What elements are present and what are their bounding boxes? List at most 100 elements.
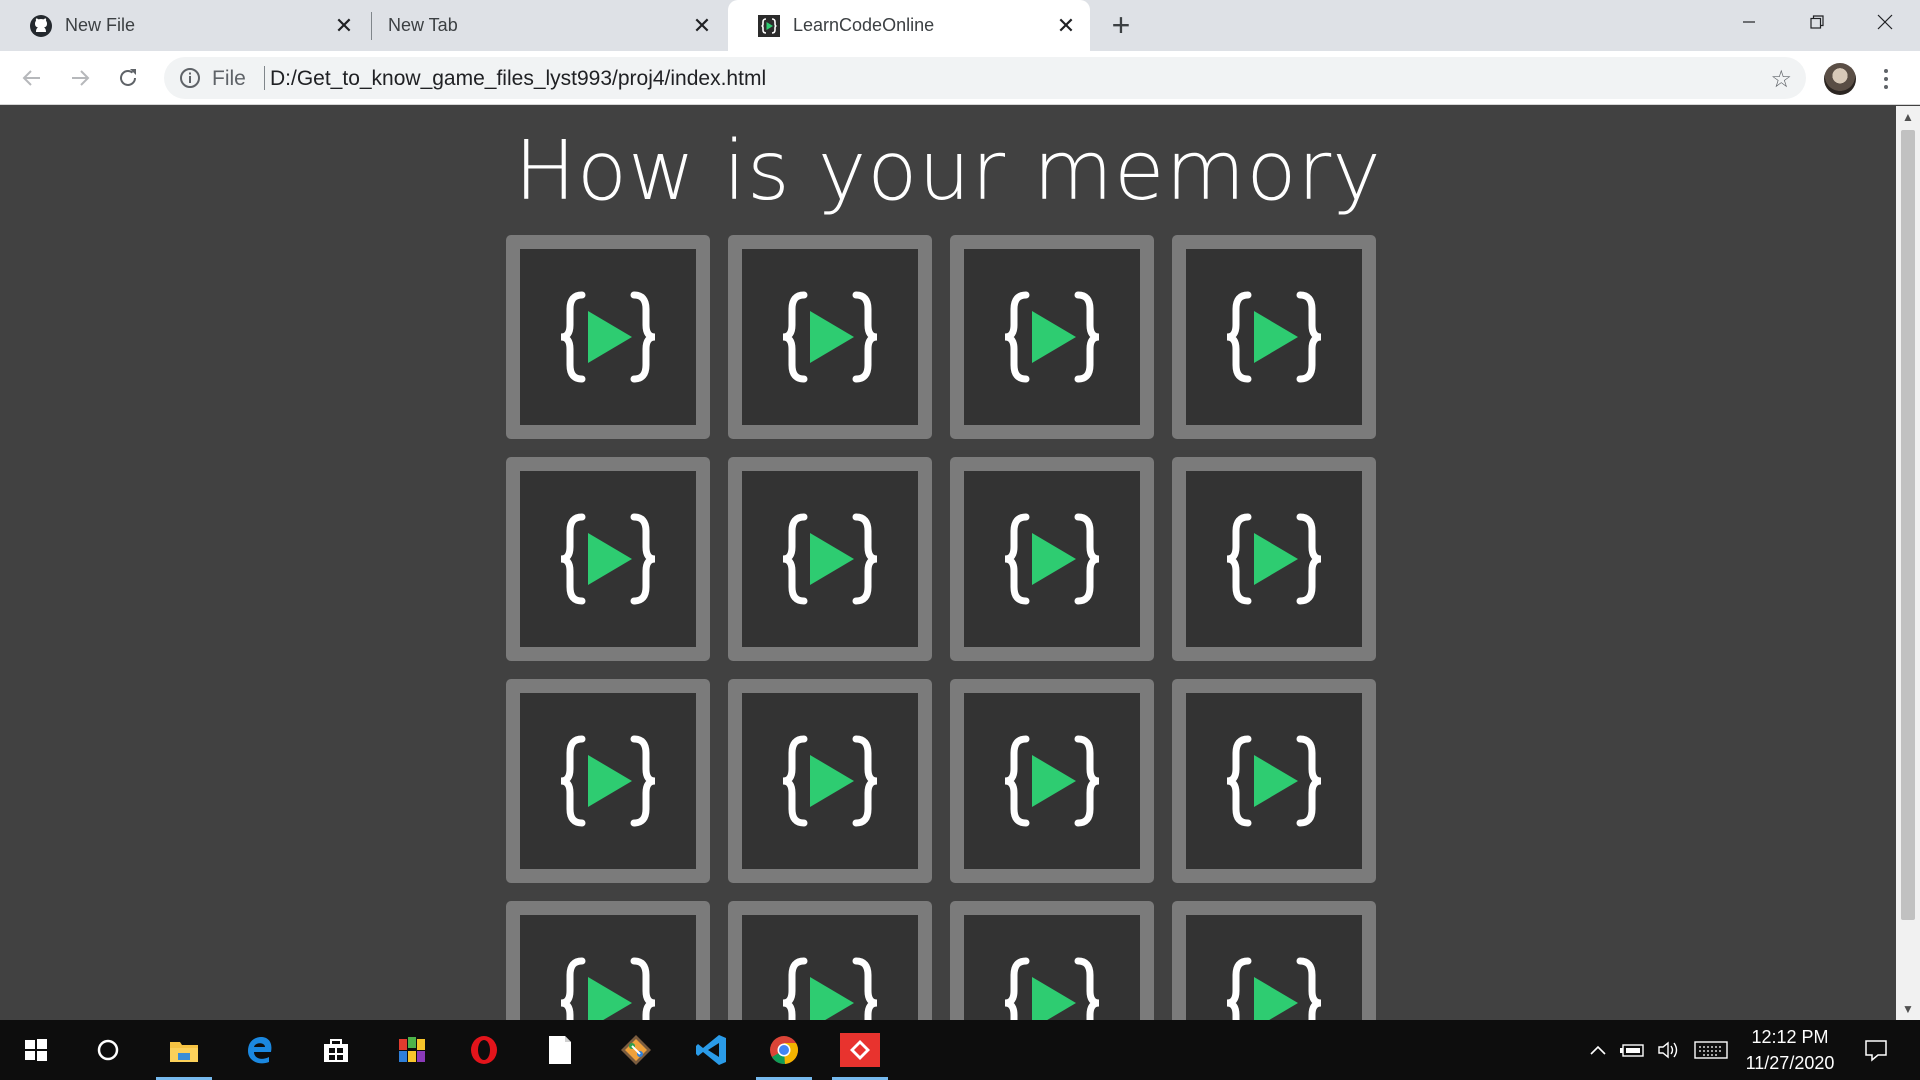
page-title: How is your memory (514, 124, 1382, 219)
memory-card[interactable] (1172, 679, 1376, 883)
restore-button[interactable] (1784, 0, 1850, 44)
learncodeonline-icon (757, 14, 781, 38)
show-hidden-icons-button[interactable] (1584, 1020, 1612, 1080)
close-icon[interactable]: ✕ (332, 13, 356, 38)
close-window-button[interactable] (1852, 0, 1918, 44)
memory-card[interactable] (506, 901, 710, 1020)
card-face (1186, 471, 1362, 647)
close-icon (1877, 14, 1893, 30)
edge-icon (248, 1037, 272, 1064)
close-icon[interactable]: ✕ (1054, 13, 1078, 38)
learncodeonline-logo-icon (782, 291, 878, 383)
memory-card[interactable] (506, 457, 710, 661)
battery-indicator[interactable] (1618, 1020, 1648, 1080)
action-center-button[interactable] (1856, 1020, 1896, 1080)
tab-learncodeonline[interactable]: LearnCodeOnline ✕ (728, 0, 1090, 51)
new-tab-button[interactable]: + (1106, 9, 1136, 41)
memory-card[interactable] (950, 457, 1154, 661)
memory-card[interactable] (950, 901, 1154, 1020)
app-icon (399, 1037, 425, 1062)
memory-card[interactable] (506, 235, 710, 439)
omnibox-divider (264, 66, 265, 90)
chevron-up-icon (1590, 1045, 1606, 1055)
cortana-search-button[interactable] (76, 1020, 140, 1080)
arrow-left-icon (22, 70, 40, 86)
speaker-icon (1658, 1041, 1678, 1059)
taskbar-app[interactable] (380, 1020, 444, 1080)
tab-strip: New File ✕ New Tab ✕ LearnCodeOnline ✕ + (0, 0, 1920, 51)
close-icon[interactable]: ✕ (690, 13, 714, 38)
memory-card[interactable] (1172, 457, 1376, 661)
tab-new-tab[interactable]: New Tab ✕ (372, 0, 726, 51)
clock-date: 11/27/2020 (1745, 1053, 1835, 1073)
taskbar-notepad[interactable] (528, 1020, 592, 1080)
taskbar-chrome[interactable] (752, 1020, 816, 1080)
memory-card[interactable] (1172, 235, 1376, 439)
card-face (1186, 249, 1362, 425)
card-face (520, 915, 696, 1020)
tab-new-file[interactable]: New File ✕ (0, 0, 368, 51)
taskbar-clock[interactable]: 12:12 PM 11/27/2020 (1722, 1024, 1858, 1076)
windows-start-icon (25, 1039, 47, 1061)
memory-card[interactable] (728, 235, 932, 439)
avatar[interactable] (1824, 63, 1856, 95)
card-face (964, 249, 1140, 425)
reload-icon (120, 69, 136, 86)
learncodeonline-logo-icon (1226, 291, 1322, 383)
url-text[interactable]: D:/Get_to_know_game_files_lyst993/proj4/… (270, 67, 766, 91)
card-face (964, 915, 1140, 1020)
menu-button[interactable] (1874, 63, 1898, 95)
reload-button[interactable] (112, 62, 144, 94)
card-face (520, 249, 696, 425)
menu-dot (1884, 85, 1888, 89)
scroll-thumb[interactable] (1901, 130, 1915, 920)
memory-card[interactable] (728, 457, 932, 661)
memory-card[interactable] (506, 679, 710, 883)
github-icon (29, 14, 53, 38)
minimize-button[interactable] (1716, 0, 1782, 44)
store-icon (324, 1039, 348, 1062)
taskbar-git-client[interactable] (828, 1020, 892, 1080)
cortana-icon (97, 1039, 119, 1061)
card-face (742, 471, 918, 647)
learncodeonline-logo-icon (1226, 513, 1322, 605)
tab-title: New File (65, 15, 136, 35)
scroll-down-arrow[interactable]: ▼ (1896, 998, 1920, 1020)
card-face (1186, 693, 1362, 869)
info-icon[interactable] (178, 66, 202, 90)
memory-card[interactable] (728, 679, 932, 883)
taskbar-vscode[interactable] (680, 1020, 744, 1080)
address-bar[interactable]: File D:/Get_to_know_game_files_lyst993/p… (164, 57, 1806, 99)
taskbar-edge[interactable] (228, 1020, 292, 1080)
memory-card[interactable] (950, 679, 1154, 883)
taskbar-file-explorer[interactable] (152, 1020, 216, 1080)
learncodeonline-logo-icon (560, 957, 656, 1020)
security-chip[interactable]: File (212, 67, 246, 91)
star-icon[interactable]: ☆ (1770, 65, 1792, 94)
learncodeonline-logo-icon (560, 513, 656, 605)
start-button[interactable] (4, 1020, 68, 1080)
arrow-right-icon (72, 70, 90, 86)
memory-card[interactable] (950, 235, 1154, 439)
restore-icon (1810, 15, 1824, 29)
file-explorer-icon (170, 1042, 198, 1062)
scroll-up-arrow[interactable]: ▲ (1896, 106, 1920, 128)
card-face (964, 471, 1140, 647)
taskbar-opera[interactable] (452, 1020, 516, 1080)
memory-card[interactable] (728, 901, 932, 1020)
back-button[interactable] (16, 62, 48, 94)
forward-button[interactable] (64, 62, 96, 94)
memory-card[interactable] (1172, 901, 1376, 1020)
card-face (520, 471, 696, 647)
taskbar-store[interactable] (304, 1020, 368, 1080)
tab-title: LearnCodeOnline (793, 15, 935, 35)
notepad-icon (549, 1036, 571, 1064)
page-scrollbar[interactable]: ▲ ▼ (1896, 106, 1920, 1020)
taskbar-git[interactable] (604, 1020, 668, 1080)
learncodeonline-logo-icon (1004, 513, 1100, 605)
volume-indicator[interactable] (1654, 1020, 1684, 1080)
clock-time: 12:12 PM (1751, 1027, 1829, 1047)
browser-toolbar: File D:/Get_to_know_game_files_lyst993/p… (0, 51, 1920, 105)
learncodeonline-logo-icon (1004, 735, 1100, 827)
learncodeonline-logo-icon (782, 957, 878, 1020)
